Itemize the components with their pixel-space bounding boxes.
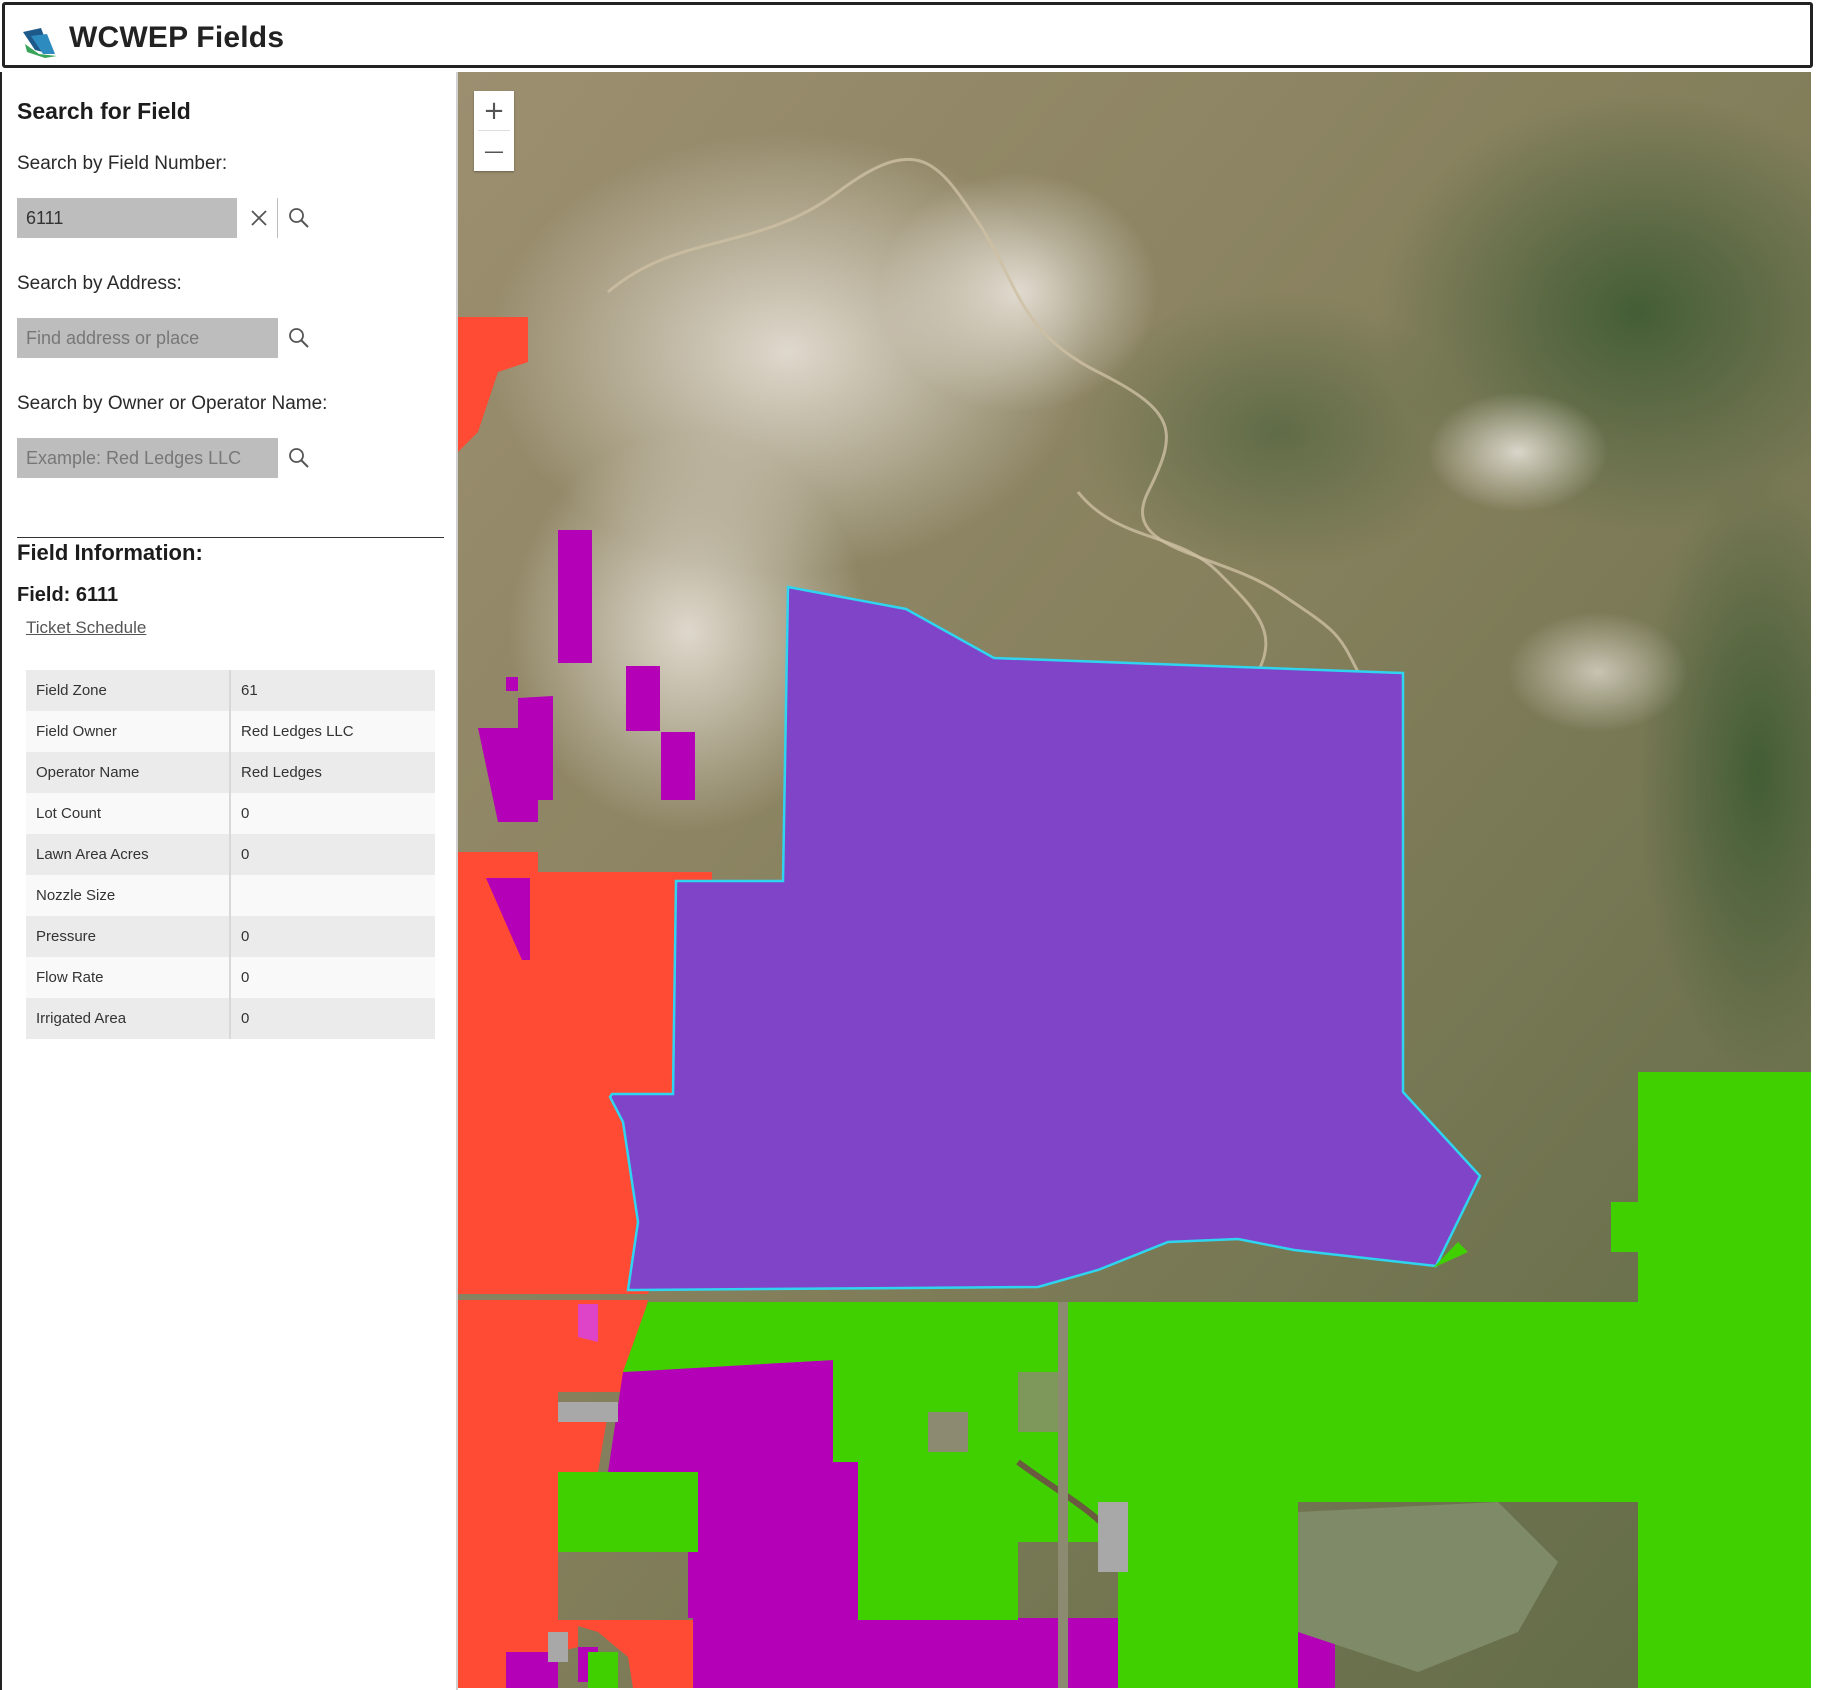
info-value [230, 875, 435, 916]
ticket-schedule-link[interactable]: Ticket Schedule [26, 618, 146, 638]
info-key: Lawn Area Acres [26, 834, 231, 875]
zone-green[interactable] [1611, 1072, 1811, 1688]
info-key: Lot Count [26, 793, 231, 834]
info-key: Field Zone [26, 670, 231, 711]
owner-search-icon[interactable] [285, 444, 313, 472]
section-divider [17, 537, 444, 538]
info-key: Irrigated Area [26, 998, 231, 1039]
info-value: 0 [230, 916, 435, 957]
info-row: Pressure 0 [26, 916, 435, 957]
field-title: Field: 6111 [17, 584, 119, 606]
owner-label: Search by Owner or Operator Name: [17, 393, 328, 414]
info-value: 0 [230, 957, 435, 998]
info-value: 0 [230, 998, 435, 1039]
clear-icon[interactable] [245, 204, 273, 232]
app-title: WCWEP Fields [69, 21, 285, 54]
info-key: Pressure [26, 916, 231, 957]
field-number-label: Search by Field Number: [17, 153, 228, 174]
app-logo-icon [23, 28, 57, 58]
map-view[interactable]: + — [458, 72, 1811, 1688]
info-row: Field Zone 61 [26, 670, 435, 711]
info-value: Red Ledges LLC [230, 711, 435, 752]
sidebar-panel: Search for Field Search by Field Number:… [2, 72, 456, 1688]
address-search-icon[interactable] [285, 324, 313, 352]
info-key: Field Owner [26, 711, 231, 752]
info-key: Nozzle Size [26, 875, 231, 916]
field-info-heading: Field Information: [17, 540, 203, 565]
field-number-input[interactable]: 6111 [17, 198, 237, 238]
info-value: Red Ledges [230, 752, 435, 793]
info-key: Operator Name [26, 752, 231, 793]
info-row: Flow Rate 0 [26, 957, 435, 998]
search-divider [277, 198, 278, 238]
owner-input[interactable]: Example: Red Ledges LLC [17, 438, 278, 478]
info-row: Lawn Area Acres 0 [26, 834, 435, 875]
map-canvas[interactable] [458, 72, 1811, 1688]
info-row: Lot Count 0 [26, 793, 435, 834]
field-info-table: Field Zone 61 Field Owner Red Ledges LLC Ope… [26, 670, 435, 1039]
zoom-control: + — [474, 91, 514, 171]
scrollbar[interactable] [1811, 72, 1821, 1690]
info-value: 0 [230, 793, 435, 834]
address-input[interactable]: Find address or place [17, 318, 278, 358]
info-value: 0 [230, 834, 435, 875]
info-row: Nozzle Size [26, 875, 435, 916]
app-header: WCWEP Fields [2, 2, 1813, 68]
address-label: Search by Address: [17, 273, 182, 294]
info-row: Operator Name Red Ledges [26, 752, 435, 793]
zone-magenta[interactable] [558, 530, 592, 663]
info-row: Irrigated Area 0 [26, 998, 435, 1039]
info-row: Field Owner Red Ledges LLC [26, 711, 435, 752]
search-heading: Search for Field [17, 98, 191, 124]
search-icon[interactable] [285, 204, 313, 232]
info-key: Flow Rate [26, 957, 231, 998]
zoom-out-button[interactable]: — [474, 131, 514, 171]
info-value: 61 [230, 670, 435, 711]
zoom-in-button[interactable]: + [474, 91, 514, 131]
